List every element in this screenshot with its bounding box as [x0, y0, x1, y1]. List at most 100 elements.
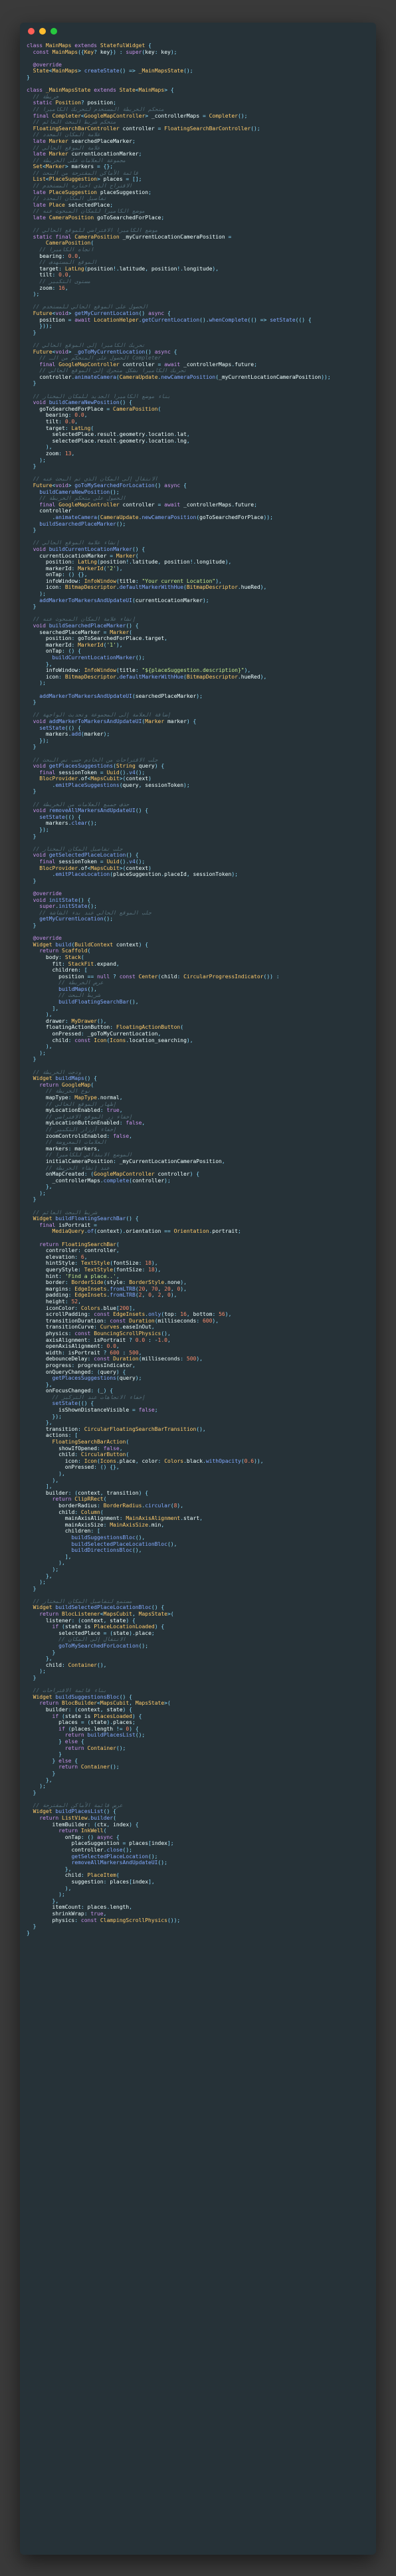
code-line: child: Column(	[58, 1509, 104, 1515]
code-line: }	[27, 788, 37, 795]
code-line: myLocationEnabled: true,	[45, 1107, 123, 1114]
code-line: myLocationButtonEnabled: false,	[45, 1120, 146, 1127]
code-line: // مستمع لتفاصيل المكان المختار	[33, 1598, 132, 1604]
code-line: padding: EdgeInsets.fromLTRB(2, 0, 2, 0)…	[45, 1292, 177, 1299]
code-line: @override	[33, 890, 62, 897]
code-line: setState(() {	[52, 1400, 94, 1407]
code-line: mainAxisAlignment: MainAxisAlignment.sta…	[64, 1515, 203, 1522]
code-line: transitionCurve: Curves.easeInOut,	[45, 1324, 155, 1331]
code-line: debounceDelay: const Duration(millisecon…	[45, 1356, 203, 1362]
code-line: elevation: 6,	[45, 1253, 88, 1260]
code-line: @override	[33, 61, 62, 68]
code-line: position = await LocationHelper.getCurre…	[39, 316, 312, 323]
code-line: shrinkWrap: true,	[52, 1910, 107, 1917]
code-line: CameraPosition(	[45, 240, 94, 247]
code-line: late Marker currentLocationMarker;	[33, 151, 142, 158]
code-line: ),	[27, 1560, 65, 1566]
code-line: );	[27, 1579, 46, 1586]
code-line: }	[27, 922, 37, 928]
code-line: icon: BitmapDescriptor.defaultMarkerWith…	[45, 673, 267, 680]
code-line: .animateCamera(CameraUpdate.newCameraPos…	[27, 514, 273, 520]
code-editor: class MainMaps extends StatefulWidget { …	[20, 40, 376, 1936]
code-line: selectedPlace = (state).place;	[58, 1630, 155, 1636]
close-window-icon[interactable]	[28, 28, 35, 35]
code-line: builder: (context, state) {	[45, 1706, 132, 1713]
code-line: queryStyle: TextStyle(fontSize: 18),	[45, 1267, 161, 1273]
code-line: borderRadius: BorderRadius.circular(8),	[58, 1502, 184, 1509]
code-line: onTap: () {},	[45, 572, 88, 578]
code-line: },	[27, 661, 52, 667]
code-line: return Container();	[58, 1764, 120, 1771]
code-line: Widget build(BuildContext context) {	[33, 941, 149, 948]
code-line: Future<void> _goToMyCurrentLocation() as…	[33, 348, 177, 355]
code-line: // عرض قائمة الأماكن المقترحة	[33, 1802, 123, 1808]
code-line: markers.add(marker);	[45, 731, 110, 738]
code-line: // شريط البحث	[58, 992, 100, 999]
code-line: child: PlaceItem(	[64, 1872, 120, 1879]
code-line: physics: const ClampingScrollPhysics());	[52, 1917, 181, 1923]
code-line: // العلامات المعروضة	[45, 1139, 107, 1146]
code-line: buildCurrentLocationMarker();	[52, 655, 146, 661]
code-line: initialCameraPosition: _myCurrentLocatio…	[45, 1158, 225, 1164]
code-line: FloatingSearchBarController controller =…	[33, 125, 260, 132]
code-line: final sessionToken = Uuid().v4();	[39, 859, 146, 865]
code-line: buildCameraNewPosition();	[39, 488, 120, 495]
code-line: );	[27, 591, 46, 597]
code-line: // تفاصيل المكان المحدد	[33, 195, 107, 202]
code-line: getPlacesSuggestions(query);	[52, 1375, 142, 1382]
code-line: height: 52,	[45, 1298, 81, 1305]
code-line: );	[27, 680, 46, 687]
code-line: margins: EdgeInsets.fromLTRB(20, 70, 20,…	[45, 1285, 187, 1292]
code-line: showIfOpened: false,	[58, 1445, 123, 1451]
code-line: void buildCurrentLocationMarker() {	[33, 546, 146, 552]
code-line: void getSelectedPlaceLocation() {	[33, 852, 139, 859]
code-line: .emitPlaceLocation(placeSuggestion.place…	[27, 871, 238, 878]
code-line: onMapCreated: (GoogleMapController contr…	[45, 1171, 200, 1178]
code-line: transitionDuration: const Duration(milli…	[45, 1317, 219, 1324]
code-line: width: isPortrait ? 600 : 500,	[45, 1349, 142, 1356]
code-line: controller.close();	[71, 1847, 132, 1854]
code-line: // عرض الخريطة	[58, 980, 104, 986]
code-line: const MainMaps({Key? key}) : super(key: …	[33, 49, 177, 55]
code-line: Widget buildPlacesList() {	[33, 1808, 116, 1815]
code-line: // إظهار الموقع الحالي	[45, 1101, 116, 1107]
maximize-window-icon[interactable]	[50, 28, 57, 35]
code-line: } else {	[27, 1738, 84, 1745]
code-line: goToSearchedForPlace = CameraPosition(	[39, 405, 161, 412]
code-line: // متحكم شريط البحث العائم	[33, 119, 116, 126]
code-line: // الانتقال إلى المكان	[58, 1636, 126, 1643]
code-line: late Place selectedPlace;	[33, 201, 114, 208]
code-line: // خريطة	[33, 93, 59, 100]
code-line: iconColor: Colors.blue[200],	[45, 1305, 136, 1311]
code-line: // بناء قائمة الاقتراحات	[33, 1687, 107, 1694]
code-line: }	[27, 380, 37, 387]
code-line: target: LatLng(	[45, 425, 94, 431]
code-line: }));	[27, 323, 52, 330]
code-line: }	[27, 1923, 37, 1930]
code-line: getMyCurrentLocation();	[39, 916, 114, 922]
code-line: // تحريك الكاميرا إلى الموقع الحالي	[33, 342, 146, 348]
code-line: Future<void> goToMySearchedForLocation()…	[33, 482, 187, 488]
code-line: // جلب تفاصيل المكان المختار	[33, 845, 123, 852]
code-line: Widget buildSelectedPlaceLocationBloc() …	[33, 1604, 165, 1611]
code-line: void initState() {	[33, 897, 91, 903]
code-line: );	[27, 1668, 46, 1675]
code-line: void getPlacesSuggestions(String query) …	[33, 763, 165, 770]
code-line: }	[27, 699, 37, 706]
code-line: Widget buildSuggestionsBloc() {	[33, 1693, 132, 1700]
code-line: List<PlaceSuggestion> places = [];	[33, 176, 142, 183]
code-line: }	[27, 877, 37, 884]
code-line: Future<void> getMyCurrentLocation() asyn…	[33, 310, 171, 316]
code-line: // علامة الموقع الحالي	[33, 144, 100, 151]
code-line: }	[27, 1196, 37, 1203]
code-line: FloatingSearchBarAction(	[52, 1439, 130, 1446]
minimize-window-icon[interactable]	[39, 28, 46, 35]
